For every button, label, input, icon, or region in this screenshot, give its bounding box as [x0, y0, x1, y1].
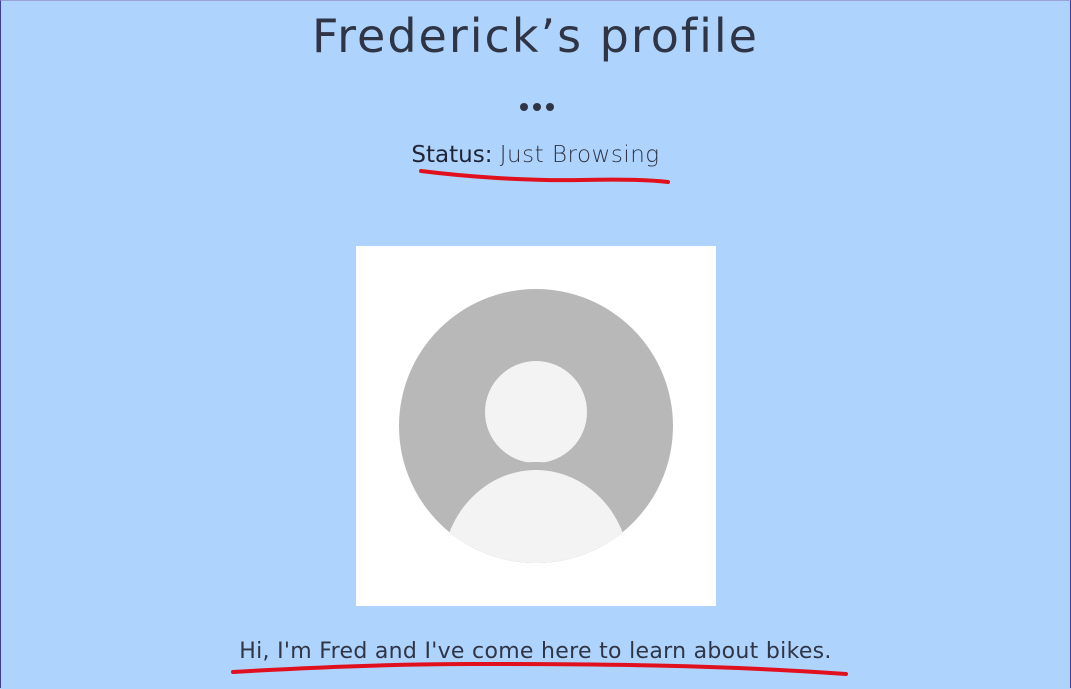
more-horizontal-icon[interactable] [519, 102, 555, 112]
status-line: Status: Just Browsing [1, 142, 1070, 168]
status-underline [419, 169, 670, 184]
avatar [356, 246, 716, 606]
status-value: Just Browsing [499, 142, 660, 168]
default-user-avatar-icon [399, 289, 673, 563]
bio-text: Hi, I'm Fred and I've come here to learn… [239, 639, 832, 664]
status-label: Status: [411, 142, 493, 168]
page-title: Frederick’s profile [312, 9, 759, 63]
bio-underline [231, 661, 848, 676]
